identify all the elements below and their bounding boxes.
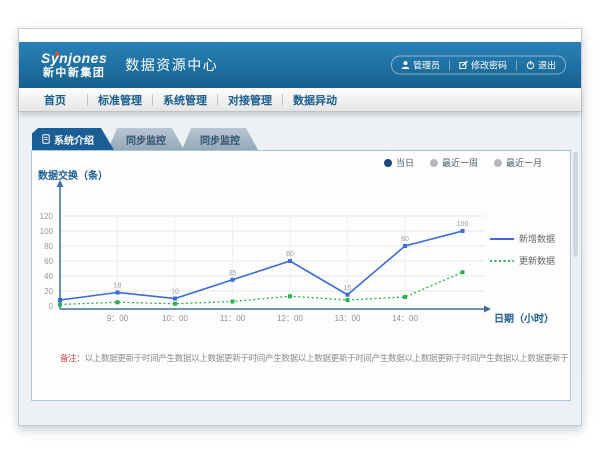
scrollbar-thumb[interactable] [573, 152, 578, 257]
data-point [346, 298, 350, 302]
admin-user-button[interactable]: 管理员 [392, 59, 449, 72]
data-point [116, 291, 120, 295]
tab-system-intro[interactable]: 系统介绍 [32, 128, 114, 150]
data-point [58, 303, 62, 307]
x-tick-label: 11：00 [220, 314, 246, 323]
point-label: 100 [457, 221, 469, 228]
y-tick-label: 80 [44, 242, 53, 251]
x-tick-label: 9：00 [107, 314, 129, 323]
radio-selected-icon [384, 159, 392, 167]
radio-today[interactable]: 当日 [384, 156, 414, 169]
power-icon [526, 61, 535, 70]
logout-button[interactable]: 退出 [517, 59, 565, 72]
y-tick-label: 100 [40, 227, 54, 236]
y-tick-label: 40 [44, 272, 53, 281]
x-tick-label: 10：00 [162, 314, 188, 323]
legend-label[interactable]: 新增数据 [519, 233, 555, 244]
data-point [403, 244, 407, 248]
tab-sync-monitor-1[interactable]: 同步监控 [108, 128, 184, 150]
nav-item-system-mgmt[interactable]: 系统管理 [153, 92, 217, 108]
radio-unselected-icon [494, 159, 502, 167]
app-header: Synjones 新中新集团 数据资源中心 管理员 修改密码 退出 [19, 42, 581, 88]
data-point [288, 294, 292, 298]
x-tick-label: 13：00 [335, 314, 361, 323]
nav-item-standard-mgmt[interactable]: 标准管理 [88, 92, 152, 108]
user-icon [401, 61, 410, 70]
footnote: 备注：以上数据更新于时间产生数据以上数据更新于时间产生数据以上数据更新于时间产生… [60, 352, 568, 364]
nav-item-home[interactable]: 首页 [23, 92, 87, 108]
data-point [461, 229, 465, 233]
data-point [288, 259, 292, 263]
change-password-label: 修改密码 [471, 59, 507, 72]
point-label: 80 [401, 236, 409, 243]
scrollbar[interactable] [573, 152, 578, 377]
x-axis-arrow-icon [484, 306, 491, 313]
app-window: Synjones 新中新集团 数据资源中心 管理员 修改密码 退出 首页 标准管 [18, 28, 582, 426]
change-password-button[interactable]: 修改密码 [450, 59, 516, 72]
data-point [116, 300, 120, 304]
point-label: 35 [229, 270, 237, 277]
tab-label: 同步监控 [200, 132, 240, 147]
y-tick-label: 60 [44, 257, 53, 266]
nav-item-data-change[interactable]: 数据异动 [283, 92, 347, 108]
y-axis-title: 数据交换（条） [38, 169, 108, 182]
logo-text-cn: 新中新集团 [41, 67, 107, 79]
y-tick-label: 20 [44, 287, 53, 296]
radio-label: 当日 [396, 156, 414, 169]
data-point [173, 297, 177, 301]
logo-text-en: Synjones [41, 51, 107, 66]
radio-unselected-icon [430, 159, 438, 167]
data-point [346, 293, 350, 297]
point-label: 60 [286, 251, 294, 258]
document-icon [42, 134, 50, 144]
admin-user-label: 管理员 [413, 59, 440, 72]
main-nav: 首页 标准管理 系统管理 对接管理 数据异动 [19, 88, 581, 112]
data-point [403, 295, 407, 299]
tab-sync-monitor-2[interactable]: 同步监控 [182, 128, 258, 150]
data-point [173, 302, 177, 306]
radio-label: 最近一月 [506, 156, 542, 169]
tab-label: 系统介绍 [54, 132, 94, 147]
time-range-filter: 当日 最近一周 最近一月 [384, 156, 542, 169]
point-label: 18 [114, 283, 122, 290]
footnote-text: 以上数据更新于时间产生数据以上数据更新于时间产生数据以上数据更新于时间产生数据以… [85, 353, 569, 363]
logout-label: 退出 [538, 59, 556, 72]
point-label: 15 [344, 285, 352, 292]
page-title: 数据资源中心 [125, 55, 218, 75]
tab-label: 同步监控 [126, 132, 166, 147]
content-area: 系统介绍 同步监控 同步监控 当日 最近一周 [19, 112, 581, 425]
edit-icon [459, 61, 468, 70]
footnote-label: 备注： [60, 353, 85, 363]
data-point [461, 270, 465, 274]
y-tick-label: 0 [49, 302, 54, 311]
radio-last-week[interactable]: 最近一周 [430, 156, 478, 169]
nav-item-interface-mgmt[interactable]: 对接管理 [218, 92, 282, 108]
radio-label: 最近一周 [442, 156, 478, 169]
data-point [231, 300, 235, 304]
point-label: 10 [171, 289, 179, 296]
radio-last-month[interactable]: 最近一月 [494, 156, 542, 169]
logo: Synjones 新中新集团 [41, 51, 107, 78]
x-axis-title: 日期（小时） [494, 312, 554, 325]
data-point [231, 278, 235, 282]
legend-label[interactable]: 更新数据 [519, 255, 555, 266]
window-top-strip [19, 29, 581, 42]
y-tick-label: 120 [40, 212, 54, 221]
user-menu: 管理员 修改密码 退出 [391, 56, 566, 75]
tab-bar: 系统介绍 同步监控 同步监控 [32, 128, 258, 150]
x-tick-label: 12：00 [277, 314, 303, 323]
data-point [58, 298, 62, 302]
chart-panel: 当日 最近一周 最近一月 0 20 40 60 80 100 120 9：00 10：00 11：… [31, 150, 571, 401]
x-tick-label: 14：00 [392, 314, 418, 323]
